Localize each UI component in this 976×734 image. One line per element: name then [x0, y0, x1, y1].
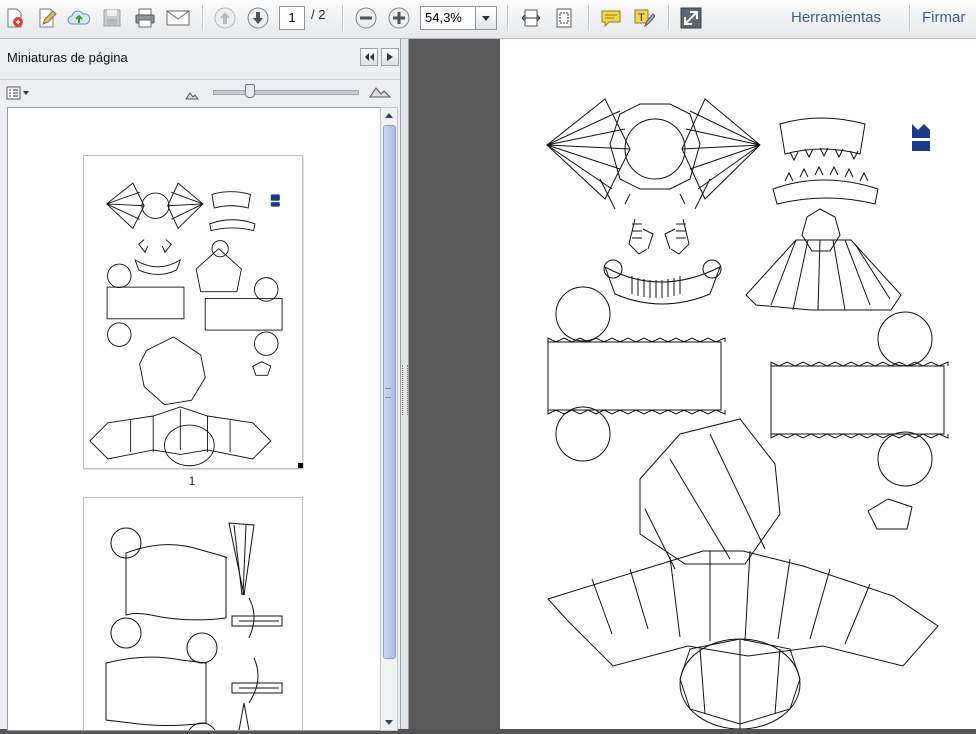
page-thumbnail-image	[89, 182, 283, 467]
email-button[interactable]	[165, 5, 191, 31]
scroll-down-button[interactable]	[381, 715, 397, 730]
edit-button[interactable]	[34, 5, 60, 31]
zoom-out-button[interactable]	[353, 5, 379, 31]
create-pdf-button[interactable]	[2, 5, 28, 31]
thumbnail-size-slider-handle[interactable]	[245, 84, 255, 98]
svg-text:T: T	[638, 12, 645, 24]
toolbar-separator	[202, 5, 204, 31]
print-icon	[135, 8, 155, 28]
expand-icon	[680, 7, 702, 29]
edit-icon	[39, 8, 57, 28]
collapse-panel-button[interactable]	[360, 48, 378, 66]
plus-icon	[388, 7, 410, 29]
double-chevron-left-icon	[365, 53, 374, 61]
list-options-icon	[6, 86, 29, 100]
panel-options-button[interactable]	[381, 48, 399, 66]
scrollbar-grip	[385, 388, 391, 398]
print-button[interactable]	[132, 5, 158, 31]
chevron-down-icon	[385, 720, 393, 725]
chevron-down-icon	[482, 15, 490, 21]
fit-width-button[interactable]	[518, 5, 544, 31]
highlight-button[interactable]: T	[631, 5, 657, 31]
toolbar-separator	[588, 5, 590, 31]
page-number-input[interactable]: 1	[279, 6, 305, 30]
thumbnail-resize-handle[interactable]	[298, 463, 303, 468]
save-button[interactable]	[99, 5, 125, 31]
chevron-up-icon	[385, 113, 393, 118]
thumbnail-scrollbar[interactable]	[380, 107, 398, 731]
previous-page-button[interactable]	[212, 5, 238, 31]
next-page-button[interactable]	[245, 5, 271, 31]
splitter-grip[interactable]	[402, 365, 408, 415]
mountain-small-icon	[185, 92, 199, 100]
highlight-text-icon: T	[634, 9, 655, 28]
chevron-right-icon	[387, 53, 393, 61]
arrow-down-icon	[247, 7, 269, 29]
page-total: / 2	[311, 7, 326, 22]
toolbar-separator	[507, 5, 509, 31]
thumbnail-options-button[interactable]	[6, 85, 32, 101]
panel-title: Miniaturas de página	[7, 50, 128, 65]
email-icon	[166, 10, 190, 26]
minus-icon	[355, 7, 377, 29]
fit-page-icon	[556, 8, 572, 28]
sign-link[interactable]: Firmar	[922, 9, 965, 26]
save-icon	[103, 9, 121, 27]
thumbnail-label: 1	[188, 474, 196, 488]
mountain-large-icon	[369, 87, 392, 98]
page-thumbnail-image	[105, 522, 283, 730]
small-thumbnails-button[interactable]	[185, 87, 199, 105]
fullscreen-button[interactable]	[678, 5, 704, 31]
zoom-input[interactable]: 54,3%	[420, 6, 479, 30]
toolbar-separator	[909, 5, 911, 31]
thumbnails-panel: Miniaturas de página 1	[0, 39, 401, 731]
page-thumbnail[interactable]	[83, 497, 303, 730]
page-thumbnail[interactable]	[83, 155, 303, 469]
scroll-up-button[interactable]	[381, 108, 397, 123]
thumbnail-size-slider[interactable]	[213, 90, 359, 95]
create-pdf-icon	[7, 8, 23, 28]
comment-icon	[601, 10, 621, 28]
toolbar: 1 / 2 54,3% T Herramientas Firmar	[0, 0, 976, 39]
zoom-dropdown-button[interactable]	[475, 6, 497, 30]
document-page	[500, 39, 976, 730]
toolbar-separator	[342, 5, 344, 31]
fit-page-button[interactable]	[551, 5, 577, 31]
zoom-in-button[interactable]	[386, 5, 412, 31]
comment-button[interactable]	[598, 5, 624, 31]
fit-width-icon	[521, 9, 541, 27]
arrow-up-icon	[214, 7, 236, 29]
upload-button[interactable]	[66, 5, 92, 31]
large-thumbnails-button[interactable]	[369, 84, 392, 103]
document-view[interactable]	[409, 39, 976, 730]
toolbar-separator	[668, 5, 670, 31]
thumbnail-list: 1	[7, 107, 381, 731]
tools-link[interactable]: Herramientas	[791, 9, 881, 26]
cloud-upload-icon	[67, 10, 91, 25]
papercraft-drawing	[546, 98, 949, 730]
